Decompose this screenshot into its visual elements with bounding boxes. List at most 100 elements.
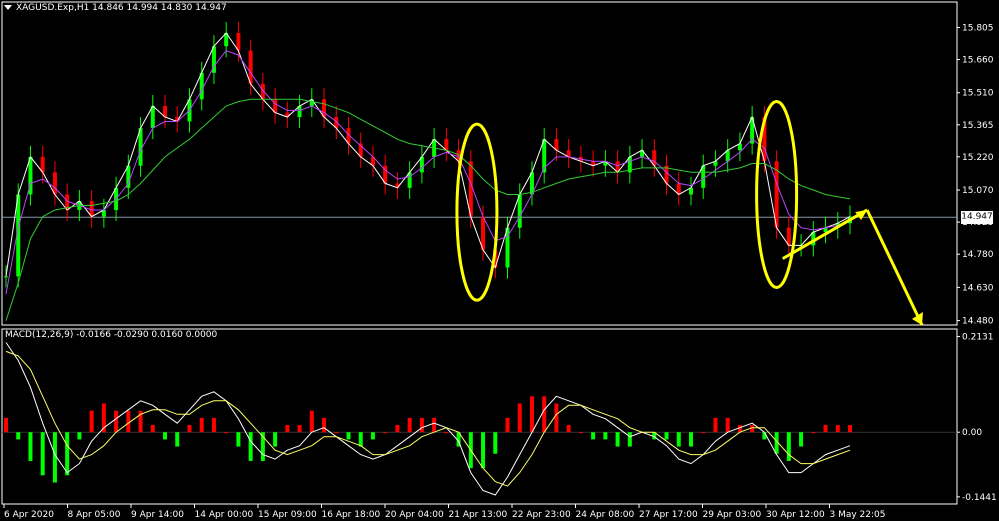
- macd-histogram-bar: [811, 432, 816, 434]
- macd-signal-line: [5, 350, 851, 487]
- macd-histogram-bar: [40, 432, 45, 476]
- macd-histogram-bar: [322, 417, 327, 433]
- price-tick-label: 15.220: [962, 153, 994, 163]
- time-tick-label: 30 Apr 12:00: [766, 510, 825, 520]
- time-tick-label: 9 Apr 14:00: [131, 510, 184, 520]
- macd-histogram-bar: [578, 432, 583, 434]
- macd-histogram-bar: [211, 417, 216, 433]
- macd-histogram-bar: [786, 432, 791, 461]
- macd-histogram-bar: [224, 432, 229, 434]
- time-tick-label: 3 May 22:05: [830, 510, 886, 520]
- macd-histogram-bar: [199, 417, 204, 433]
- chart-canvas[interactable]: 15.805 15.660 15.510 15.365 15.220 15.070 14.9…: [0, 0, 999, 521]
- macd-histogram-bar: [358, 432, 363, 447]
- macd-histogram-bar: [835, 425, 840, 433]
- macd-histogram-bar: [615, 432, 620, 447]
- highlight-ellipse: [455, 122, 499, 302]
- macd-histogram-bar: [16, 432, 21, 440]
- macd-histogram-bar: [175, 432, 180, 447]
- price-axis: 15.805 15.660 15.510 15.365 15.220 15.070 14.9…: [957, 23, 997, 503]
- macd-histogram-bar: [370, 432, 375, 440]
- macd-histogram-bar: [432, 417, 437, 433]
- macd-histogram-bar: [419, 417, 424, 433]
- macd-histogram-bar: [444, 432, 449, 434]
- macd-histogram-bar: [346, 432, 351, 440]
- macd-histogram-bar: [493, 432, 498, 454]
- macd-histogram-bar: [126, 410, 131, 433]
- macd-histogram-bar: [542, 396, 547, 433]
- macd-histogram-bar: [65, 432, 70, 476]
- time-tick-label: 16 Apr 18:00: [322, 510, 381, 520]
- macd-histogram-bar: [529, 396, 534, 433]
- macd-tick-label: 0.00: [962, 428, 982, 438]
- price-tick-label: 15.660: [962, 56, 994, 66]
- macd-histogram-bar: [187, 425, 192, 433]
- time-tick-label: 24 Apr 08:00: [576, 510, 635, 520]
- macd-histogram-bar: [77, 432, 82, 440]
- macd-histogram-bar: [517, 403, 522, 433]
- macd-histogram-bar: [713, 417, 718, 433]
- macd-histogram-bar: [848, 425, 852, 433]
- price-tick-label: 14.480: [962, 317, 994, 327]
- time-tick-label: 6 Apr 2020: [4, 510, 54, 520]
- macd-histogram-bar: [163, 432, 168, 440]
- macd-histogram-bar: [603, 432, 608, 440]
- macd-tick-label: 0.2131: [962, 333, 994, 343]
- time-axis: 6 Apr 2020 8 Apr 05:00 9 Apr 14:00 14 Apr 0…: [3, 504, 886, 520]
- macd-histogram-bar: [89, 410, 94, 433]
- macd-histogram-bar: [297, 425, 302, 433]
- macd-histogram-bar: [383, 432, 388, 434]
- ma-slow-line: [5, 98, 851, 321]
- time-tick-label: 15 Apr 09:00: [258, 510, 317, 520]
- macd-histogram-bar: [407, 417, 412, 433]
- price-tick-label: 14.780: [962, 250, 994, 260]
- time-tick-label: 22 Apr 23:00: [512, 510, 571, 520]
- macd-histogram-bar: [236, 432, 241, 447]
- macd-histogram-bar: [554, 403, 559, 433]
- macd-histogram-bar: [688, 432, 693, 447]
- time-tick-label: 8 Apr 05:00: [68, 510, 121, 520]
- macd-histogram-bar: [285, 425, 290, 433]
- macd-frame: [1, 328, 958, 505]
- macd-histogram-bar: [823, 425, 828, 433]
- macd-histogram-bar: [566, 425, 571, 433]
- macd-histogram-bar: [150, 425, 155, 433]
- macd-histogram-bar: [4, 417, 8, 433]
- annotations: [455, 99, 924, 326]
- time-tick-label: 29 Apr 03:00: [703, 510, 762, 520]
- macd-histogram-bar: [676, 432, 681, 447]
- macd-histogram-bar: [664, 432, 669, 440]
- price-tick-label: 14.925: [962, 218, 994, 228]
- time-tick-label: 21 Apr 13:00: [449, 510, 508, 520]
- macd-histogram-bar: [799, 432, 804, 447]
- price-tick-label: 15.365: [962, 121, 994, 131]
- macd-histogram-bar: [114, 410, 119, 433]
- candle-body: [4, 276, 8, 278]
- forecast-arrow: [865, 209, 924, 326]
- macd-histogram-bar: [273, 432, 278, 447]
- macd-histogram-bar: [762, 432, 767, 440]
- macd-histogram-bar: [725, 417, 730, 433]
- macd-histogram-bar: [28, 432, 33, 461]
- time-tick-label: 27 Apr 17:00: [639, 510, 698, 520]
- price-tick-label: 14.630: [962, 283, 994, 293]
- main-frame: [1, 1, 958, 326]
- price-tick-label: 15.805: [962, 23, 994, 33]
- macd-histogram-bar: [395, 425, 400, 433]
- macd-histogram-bar: [627, 432, 632, 447]
- macd-tick-label: -0.1441: [962, 493, 997, 503]
- macd-main-line: [5, 342, 851, 496]
- ma-fast-line: [5, 32, 851, 277]
- time-tick-label: 14 Apr 00:00: [195, 510, 254, 520]
- macd-histogram-bar: [505, 417, 510, 433]
- macd-histogram-bar: [481, 432, 486, 469]
- macd-histogram-bar: [591, 432, 596, 440]
- price-chart: [2, 21, 957, 321]
- price-tick-label: 15.070: [962, 186, 994, 196]
- macd-histogram-bar: [334, 432, 339, 434]
- macd-histogram-bar: [309, 410, 314, 433]
- macd-chart: [2, 342, 957, 496]
- macd-histogram-bar: [701, 432, 706, 434]
- ma-mid-line: [5, 50, 851, 295]
- price-tick-label: 15.510: [962, 89, 994, 99]
